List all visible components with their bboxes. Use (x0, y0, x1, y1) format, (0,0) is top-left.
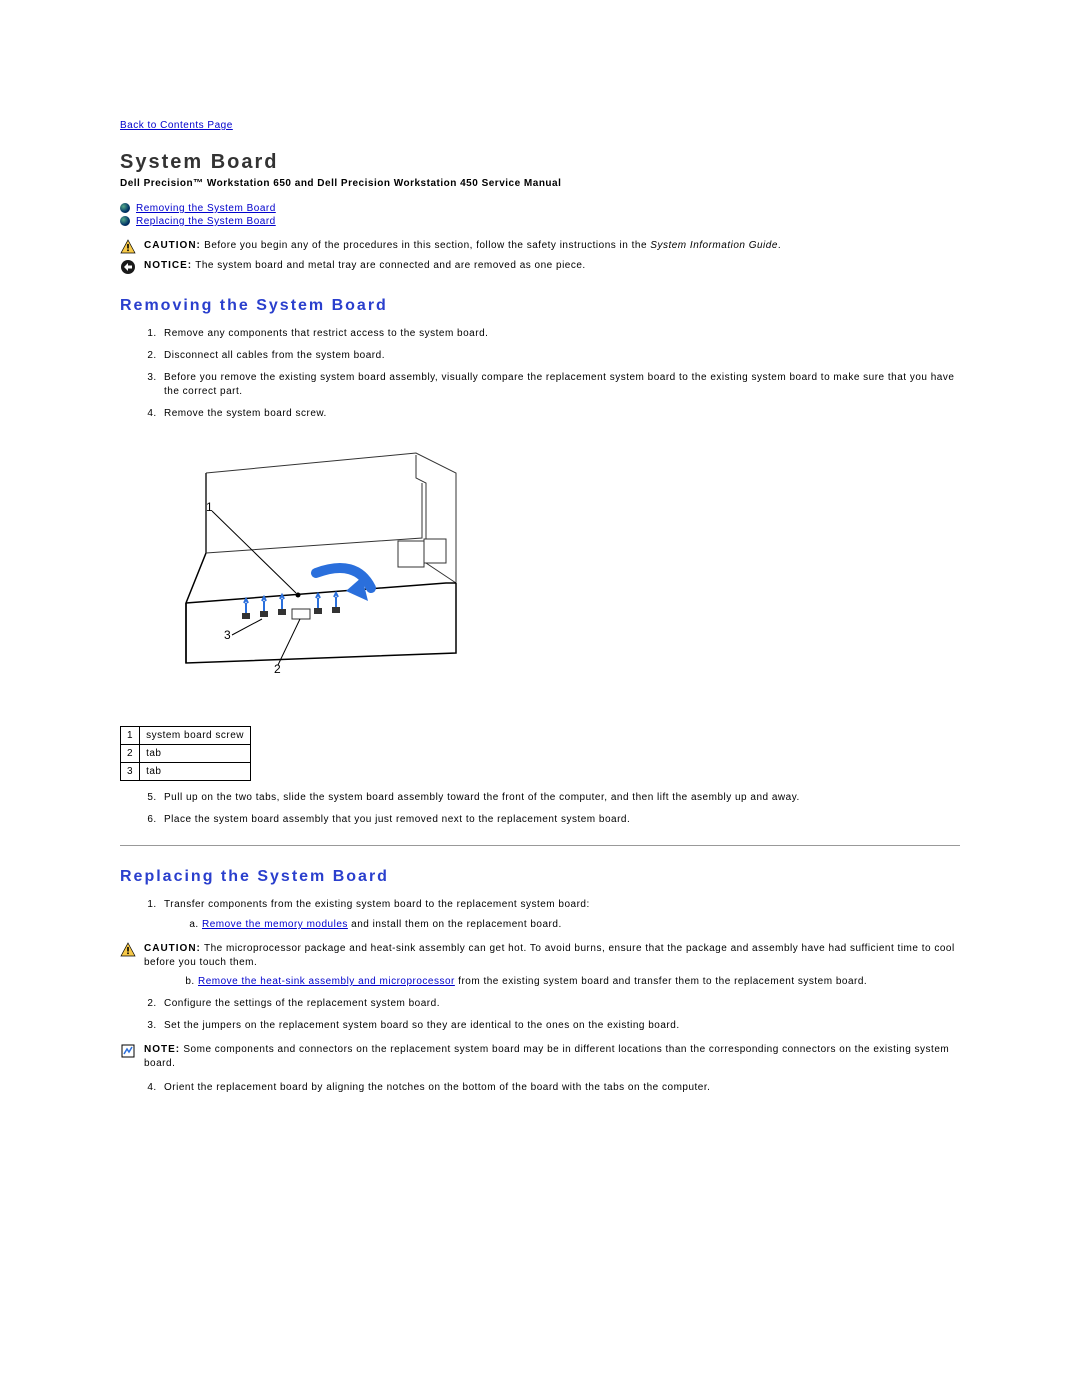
caution-text-after: . (778, 240, 781, 251)
caution-text-italic: System Information Guide (650, 240, 778, 251)
list-item: Remove the system board screw. (160, 407, 960, 421)
list-item: Orient the replacement board by aligning… (160, 1081, 960, 1095)
notice-text: The system board and metal tray are conn… (192, 260, 586, 271)
caution-label: CAUTION: (144, 240, 201, 251)
step1b-rest: from the existing system board and trans… (455, 976, 867, 987)
remove-heatsink-link[interactable]: Remove the heat-sink assembly and microp… (198, 976, 455, 987)
note-label: NOTE: (144, 1044, 180, 1055)
table-row: 2tab (121, 745, 251, 763)
svg-text:2: 2 (274, 662, 281, 676)
replacing-section-title: Replacing the System Board (120, 868, 960, 886)
caution-icon (120, 239, 138, 255)
list-item: Configure the settings of the replacemen… (160, 997, 960, 1011)
note-block: NOTE: Some components and connectors on … (120, 1043, 960, 1071)
svg-text:1: 1 (206, 500, 213, 514)
note-icon (120, 1043, 138, 1059)
list-item: Pull up on the two tabs, slide the syste… (160, 791, 960, 805)
removing-section-title: Removing the System Board (120, 297, 960, 315)
page-title: System Board (120, 151, 960, 174)
toc-link-removing[interactable]: Removing the System Board (136, 203, 276, 214)
callout-number: 2 (121, 745, 140, 763)
list-item: Set the jumpers on the replacement syste… (160, 1019, 960, 1033)
list-item: Disconnect all cables from the system bo… (160, 349, 960, 363)
callout-text: tab (140, 745, 251, 763)
notice-icon (120, 259, 138, 275)
removing-steps-cont: Pull up on the two tabs, slide the syste… (120, 791, 960, 827)
notice-label: NOTICE: (144, 260, 192, 271)
caution-label: CAUTION: (144, 943, 201, 954)
notice-block: NOTICE: The system board and metal tray … (120, 259, 960, 275)
bullet-icon (120, 216, 130, 226)
back-to-contents-link[interactable]: Back to Contents Page (120, 120, 233, 131)
svg-text:3: 3 (224, 628, 231, 642)
page-subtitle: Dell Precision™ Workstation 650 and Dell… (120, 178, 960, 189)
caution-block: CAUTION: The microprocessor package and … (120, 942, 960, 970)
note-text: Some components and connectors on the re… (144, 1044, 949, 1069)
toc-link-replacing[interactable]: Replacing the System Board (136, 216, 276, 227)
list-item: Remove the memory modules and install th… (202, 918, 960, 932)
table-row: 1system board screw (121, 727, 251, 745)
callout-text: tab (140, 763, 251, 781)
callout-text: system board screw (140, 727, 251, 745)
bullet-icon (120, 203, 130, 213)
remove-memory-link[interactable]: Remove the memory modules (202, 919, 348, 930)
list-item: Place the system board assembly that you… (160, 813, 960, 827)
removing-steps: Remove any components that restrict acce… (120, 327, 960, 421)
caution-icon (120, 942, 138, 958)
replacing-steps: Transfer components from the existing sy… (120, 898, 960, 932)
list-item: Before you remove the existing system bo… (160, 371, 960, 399)
list-item: Remove the heat-sink assembly and microp… (198, 976, 960, 987)
callout-number: 3 (121, 763, 140, 781)
callout-number: 1 (121, 727, 140, 745)
caution-text: The microprocessor package and heat-sink… (144, 943, 955, 968)
list-item: Remove any components that restrict acce… (160, 327, 960, 341)
callout-table: 1system board screw 2tab 3tab (120, 726, 251, 781)
substeps: Remove the memory modules and install th… (164, 918, 960, 932)
table-row: 3tab (121, 763, 251, 781)
step1a-rest: and install them on the replacement boar… (348, 919, 562, 930)
toc-item: Removing the System Board (120, 203, 960, 214)
section-divider (120, 845, 960, 846)
substeps-cont: Remove the heat-sink assembly and microp… (160, 976, 960, 987)
caution-text-before: Before you begin any of the procedures i… (204, 240, 650, 251)
replacing-steps-cont2: Orient the replacement board by aligning… (120, 1081, 960, 1095)
caution-block: CAUTION: Before you begin any of the pro… (120, 239, 960, 255)
list-item: Transfer components from the existing sy… (160, 898, 960, 932)
toc-item: Replacing the System Board (120, 216, 960, 227)
step1-text: Transfer components from the existing sy… (164, 899, 590, 910)
replacing-steps-cont: Configure the settings of the replacemen… (120, 997, 960, 1033)
system-board-diagram: 1 3 2 (166, 433, 960, 716)
